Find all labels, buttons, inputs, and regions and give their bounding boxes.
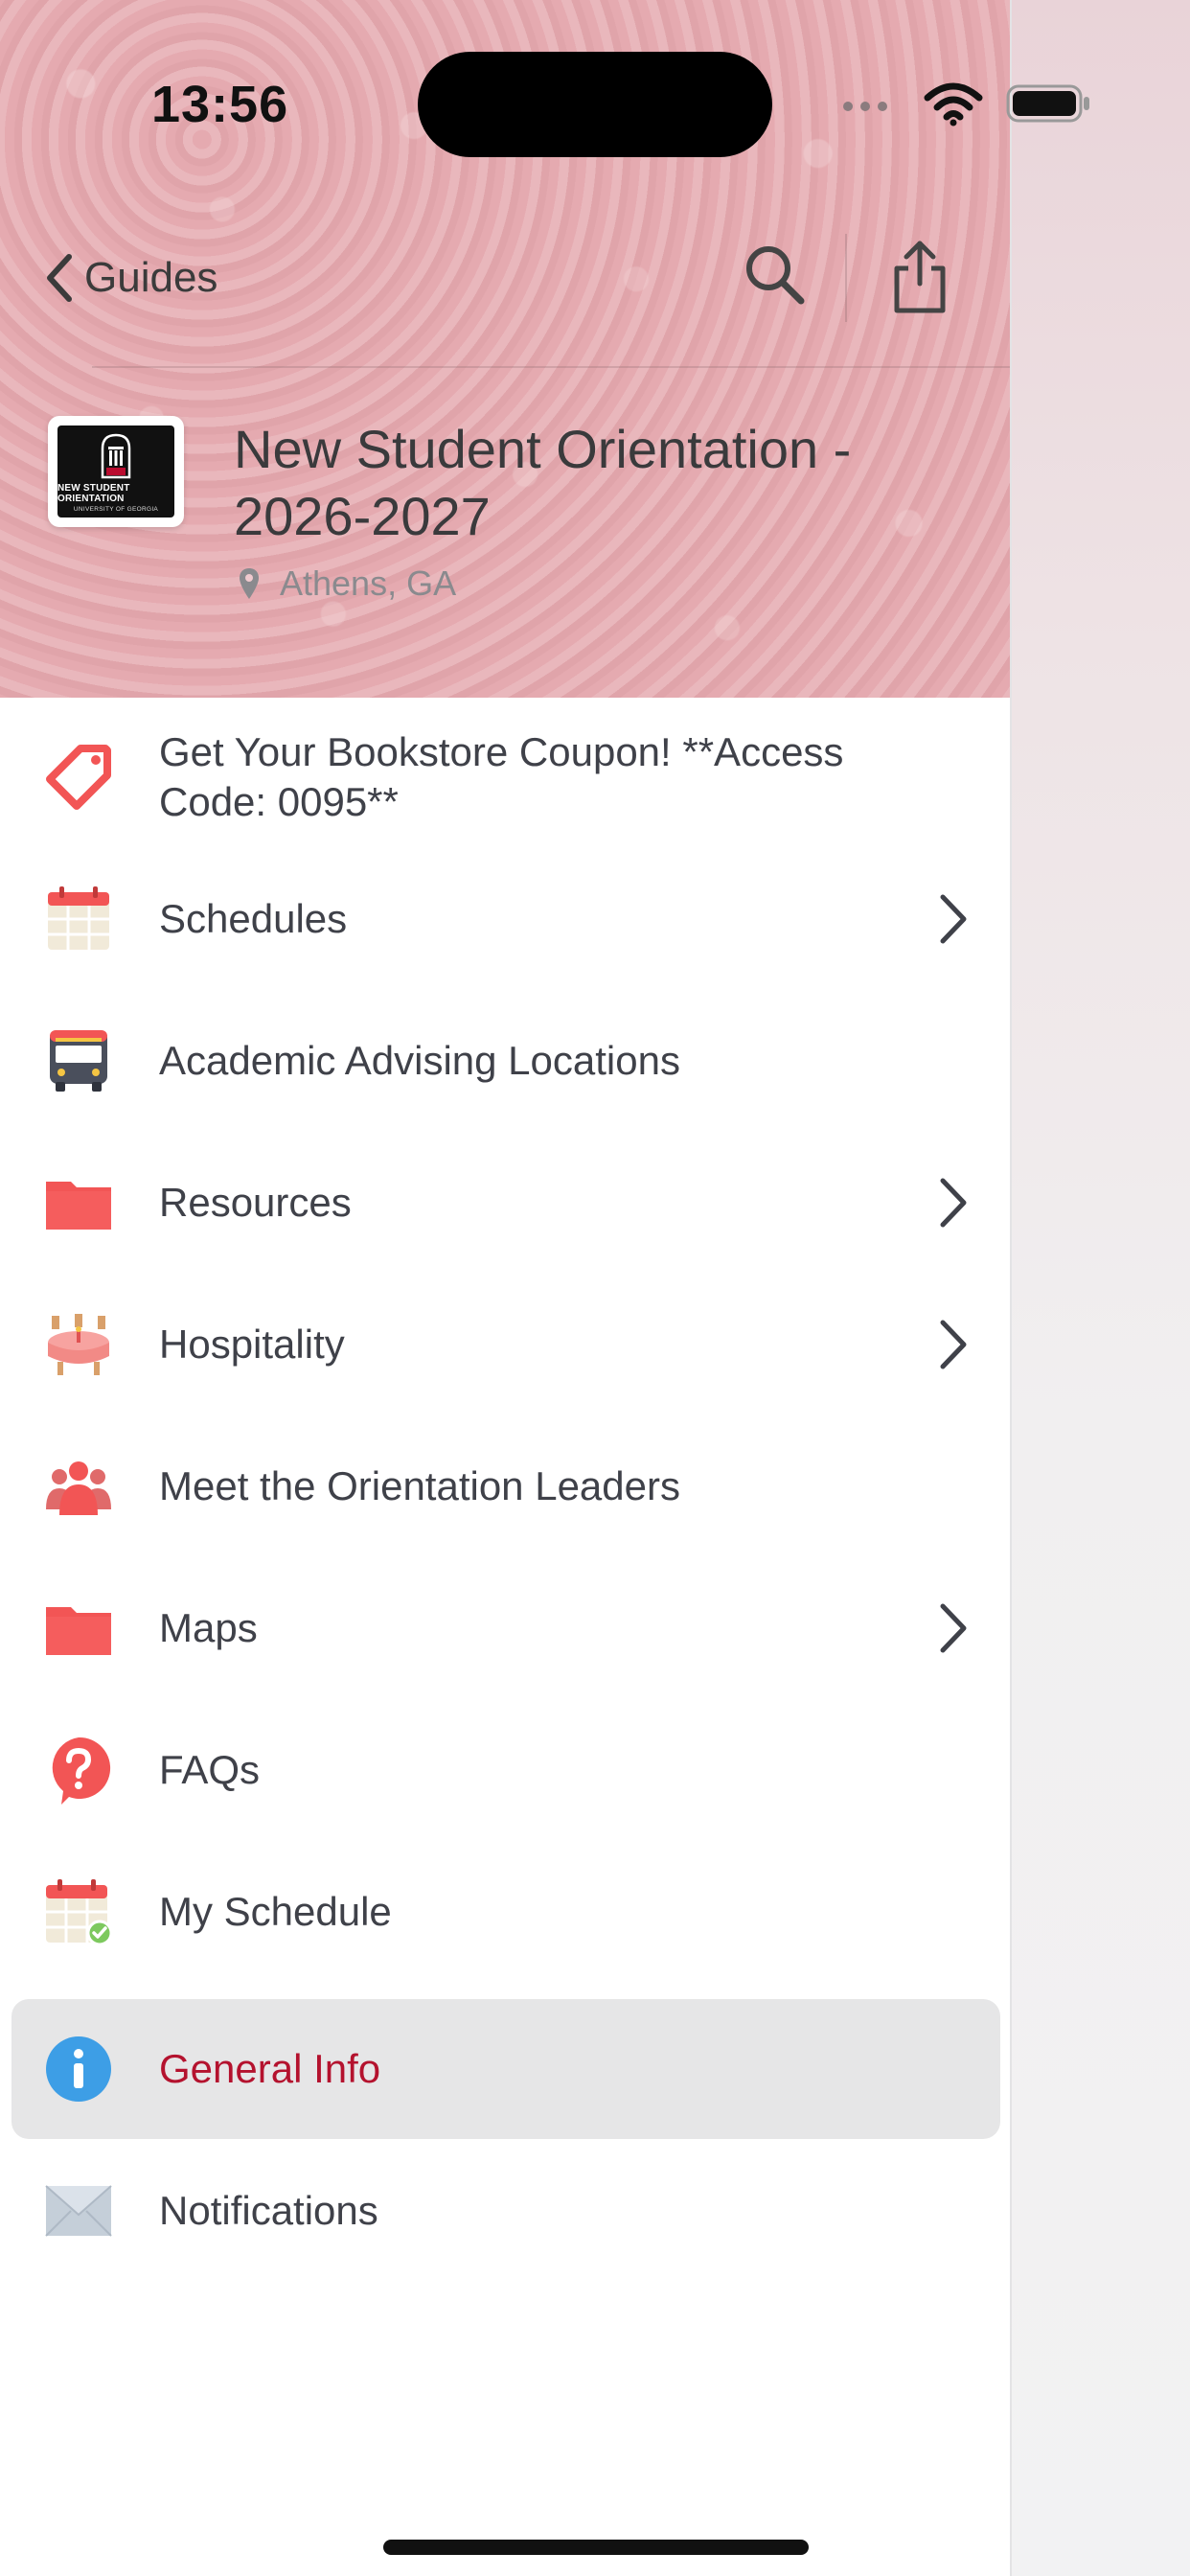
bus-icon (50, 1030, 107, 1092)
chevron-left-icon (47, 254, 72, 302)
back-button-label: Guides (84, 254, 218, 301)
menu-item-my-schedule[interactable]: My Schedule (11, 1842, 1000, 1982)
menu-item-maps[interactable]: Maps (11, 1558, 1000, 1698)
search-icon[interactable] (740, 240, 809, 309)
guide-title: New Student Orientation - 2026-2027 (234, 419, 852, 546)
calendar-icon (48, 886, 109, 950)
menu-item-notifications[interactable]: Notifications (11, 2141, 1000, 2281)
main-content-backdrop[interactable] (1010, 0, 1190, 2576)
menu-item-label: FAQs (159, 1747, 261, 1792)
menu-item-academic-advising[interactable]: Academic Advising Locations (11, 991, 1000, 1131)
menu-item-orientation-leaders[interactable]: Meet the Orientation Leaders (11, 1416, 1000, 1556)
status-time: 13:56 (151, 76, 289, 133)
menu-item-label: Meet the Orientation Leaders (159, 1463, 680, 1508)
menu-item-resources[interactable]: Resources (11, 1133, 1000, 1273)
menu-item-label: Resources (159, 1180, 352, 1225)
menu-item-label: Notifications (159, 2188, 378, 2233)
guide-header: 13:56 Guides NEW STUDENT ORIENTATION UNI… (0, 0, 1010, 698)
header-divider (92, 366, 1010, 368)
menu-item-label: Get Your Bookstore Coupon! **Access Code… (159, 729, 844, 824)
menu-item-bookstore-coupon[interactable]: Get Your Bookstore Coupon! **Access Code… (11, 707, 1000, 847)
folder-icon (46, 1607, 111, 1655)
chevron-right-icon (940, 1320, 967, 1369)
chevron-right-icon (940, 1603, 967, 1653)
chevron-right-icon (940, 1178, 967, 1228)
menu-item-label: Hospitality (159, 1322, 345, 1367)
calendar-check-icon (46, 1879, 113, 1946)
folder-icon (46, 1182, 111, 1230)
people-icon (46, 1461, 111, 1515)
dining-table-icon (48, 1314, 109, 1375)
tag-icon (46, 745, 111, 810)
menu-item-label: Maps (159, 1605, 258, 1650)
menu-item-label: General Info (159, 2046, 381, 2091)
location-pin-icon (240, 568, 259, 599)
menu-item-general-info[interactable]: General Info (11, 1999, 1000, 2139)
chevron-right-icon (940, 894, 967, 944)
battery-icon (1006, 84, 1089, 123)
menu-item-label: Academic Advising Locations (159, 1038, 680, 1083)
guide-logo: NEW STUDENT ORIENTATION UNIVERSITY OF GE… (48, 416, 184, 527)
dynamic-island (418, 52, 772, 157)
menu-item-faqs[interactable]: FAQs (11, 1700, 1000, 1840)
info-icon (46, 2036, 111, 2102)
share-icon[interactable] (885, 236, 954, 316)
menu-item-label: My Schedule (159, 1889, 392, 1934)
guide-location: Athens, GA (238, 564, 456, 604)
menu-item-label: Schedules (159, 896, 348, 941)
home-indicator (383, 2540, 809, 2555)
menu-item-schedules[interactable]: Schedules (11, 849, 1000, 989)
menu-item-hospitality[interactable]: Hospitality (11, 1275, 1000, 1414)
logo-line2: UNIVERSITY OF GEORGIA (73, 505, 159, 513)
back-button[interactable]: Guides (42, 247, 217, 309)
arch-logo-icon (101, 433, 131, 478)
envelope-icon (45, 2185, 112, 2237)
logo-line1: NEW STUDENT ORIENTATION (57, 482, 130, 504)
question-icon (52, 1736, 111, 1805)
nav-divider (845, 234, 847, 322)
side-drawer: 13:56 Guides NEW STUDENT ORIENTATION UNI… (0, 0, 1010, 2576)
location-text: Athens, GA (280, 564, 457, 603)
